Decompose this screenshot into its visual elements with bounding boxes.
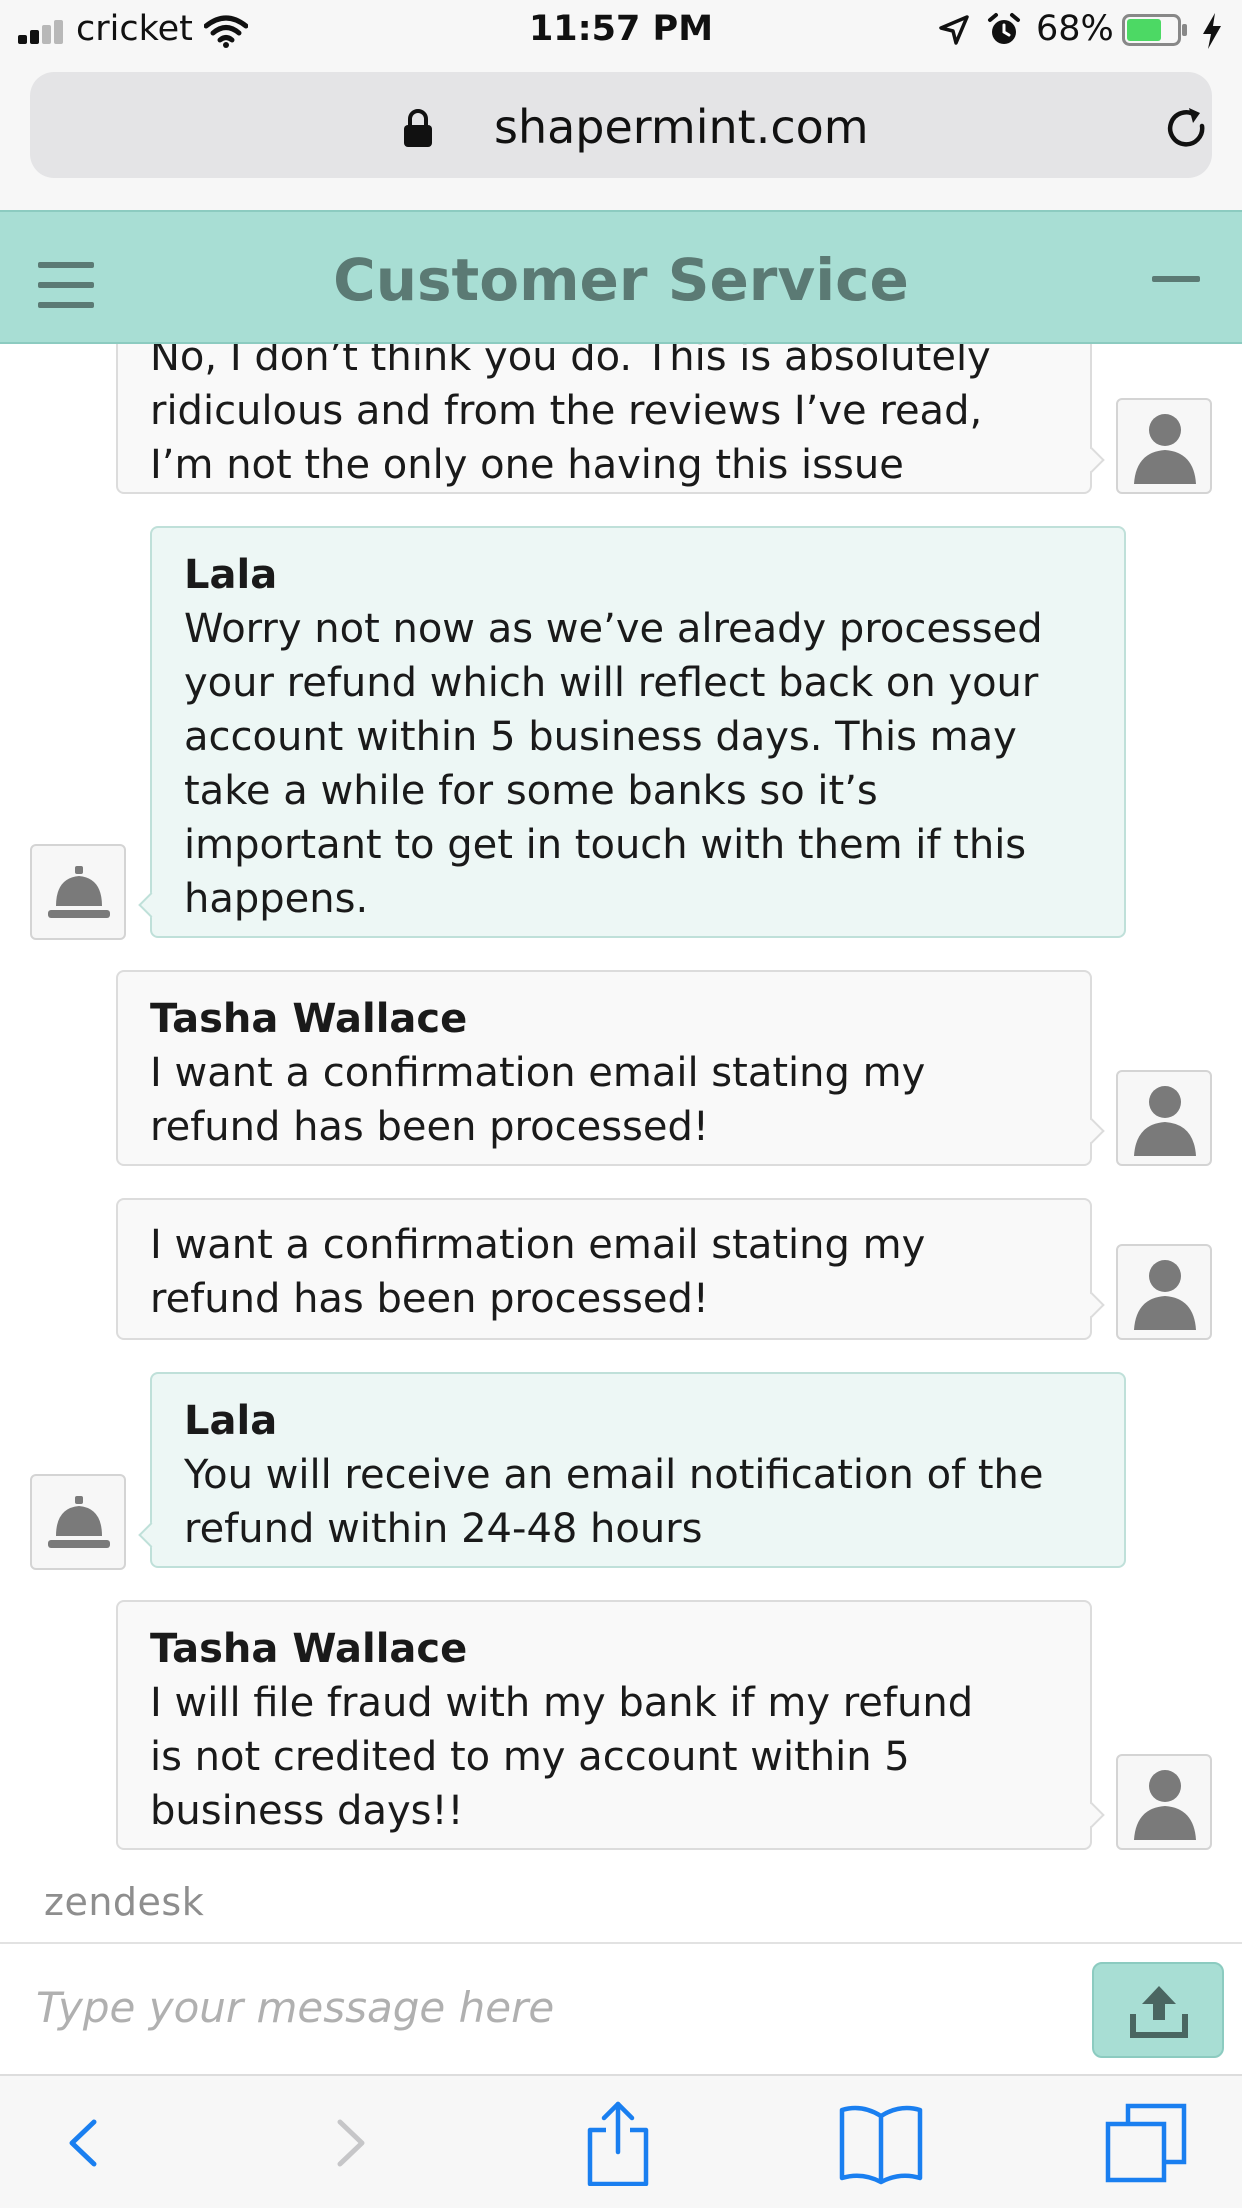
status-bar: cricket 11:57 PM 68%	[0, 0, 1242, 64]
reload-icon[interactable]	[1162, 104, 1212, 154]
bookmarks-book-icon[interactable]	[838, 2100, 924, 2186]
agent-avatar	[30, 1474, 126, 1570]
message-text: I will file fraud with my bank if my ref…	[150, 1680, 974, 1834]
chat-title: Customer Service	[333, 246, 909, 314]
service-bell-icon	[48, 866, 110, 918]
charging-bolt-icon	[1203, 13, 1221, 49]
user-avatar	[1116, 1070, 1212, 1166]
person-silhouette-icon	[1134, 414, 1196, 484]
location-arrow-icon	[939, 15, 969, 45]
agent-avatar	[30, 844, 126, 940]
message-bubble: Tasha Wallace I will file fraud with my …	[116, 1600, 1092, 1850]
back-arrow-icon[interactable]	[52, 2100, 112, 2186]
message-text: I want a confirmation email stating my r…	[150, 1050, 926, 1150]
chat-header: Customer Service	[0, 210, 1242, 344]
sender-name: Lala	[184, 1398, 278, 1444]
battery-percentage: 68%	[1036, 9, 1114, 49]
sender-name: Tasha Wallace	[150, 1626, 468, 1672]
person-silhouette-icon	[1134, 1770, 1196, 1840]
message-text: Worry not now as we’ve already processed…	[184, 606, 1043, 922]
lock-icon	[404, 109, 432, 147]
user-avatar	[1116, 1754, 1212, 1850]
user-avatar	[1116, 398, 1212, 494]
attach-upload-button[interactable]	[1092, 1962, 1224, 2058]
message-text: You will receive an email notification o…	[184, 1452, 1044, 1552]
share-icon[interactable]	[578, 2100, 658, 2186]
address-bar[interactable]: shapermint.com	[30, 72, 1212, 178]
chat-transcript[interactable]: No, I don’t think you do. This is absolu…	[0, 344, 1242, 1890]
person-silhouette-icon	[1134, 1260, 1196, 1330]
sender-name: Lala	[184, 552, 278, 598]
sender-name: Tasha Wallace	[150, 996, 468, 1042]
message-bubble: Tasha Wallace I want a confirmation emai…	[116, 970, 1092, 1166]
tabs-icon[interactable]	[1104, 2100, 1190, 2186]
battery-icon	[1122, 14, 1187, 46]
alarm-clock-icon	[988, 13, 1020, 44]
service-bell-icon	[48, 1496, 110, 1548]
person-silhouette-icon	[1134, 1086, 1196, 1156]
url-text: shapermint.com	[494, 100, 869, 154]
minimize-icon[interactable]	[1152, 276, 1200, 282]
user-avatar	[1116, 1244, 1212, 1340]
upload-arrow-icon	[1130, 1986, 1188, 2038]
zendesk-logo[interactable]: zendesk	[44, 1880, 204, 1924]
message-composer	[0, 1942, 1242, 2072]
message-bubble: No, I don’t think you do. This is absolu…	[116, 344, 1092, 494]
forward-arrow-icon[interactable]	[322, 2100, 382, 2186]
message-text: No, I don’t think you do. This is absolu…	[150, 344, 991, 488]
message-input[interactable]	[36, 1972, 1076, 2042]
message-bubble: I want a confirmation email stating my r…	[116, 1198, 1092, 1340]
browser-address-area: shapermint.com	[0, 64, 1242, 210]
browser-toolbar	[0, 2074, 1242, 2208]
message-text: I want a confirmation email stating my r…	[150, 1222, 926, 1322]
message-bubble: Lala You will receive an email notificat…	[150, 1372, 1126, 1568]
message-bubble: Lala Worry not now as we’ve already proc…	[150, 526, 1126, 938]
